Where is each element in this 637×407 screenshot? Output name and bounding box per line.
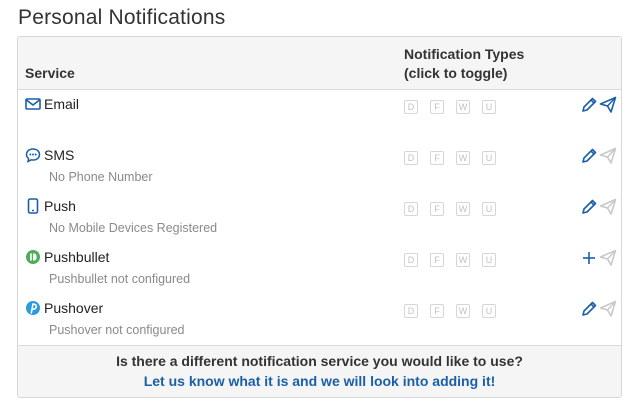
type-toggle-d[interactable]: D bbox=[404, 100, 418, 114]
paper-plane-icon[interactable] bbox=[599, 96, 617, 114]
service-status: Pushover not configured bbox=[49, 323, 185, 337]
type-toggle-d[interactable]: D bbox=[404, 253, 418, 267]
type-toggle-f[interactable]: F bbox=[430, 202, 444, 216]
suggest-service-link[interactable]: Let us know what it is and we will look … bbox=[18, 373, 621, 389]
notification-type-toggles: DFWU bbox=[404, 148, 508, 165]
pencil-icon[interactable] bbox=[580, 147, 598, 165]
type-toggle-f[interactable]: F bbox=[430, 253, 444, 267]
pushbullet-icon bbox=[25, 249, 41, 265]
row-actions bbox=[580, 249, 620, 267]
envelope-icon bbox=[25, 96, 41, 112]
pencil-icon[interactable] bbox=[580, 96, 598, 114]
pencil-icon[interactable] bbox=[580, 300, 598, 318]
row-actions bbox=[580, 96, 620, 114]
table-footer: Is there a different notification servic… bbox=[18, 345, 621, 397]
service-status: No Mobile Devices Registered bbox=[49, 221, 218, 235]
pushover-icon bbox=[25, 300, 41, 316]
service-name: SMS bbox=[44, 147, 75, 163]
pencil-icon[interactable] bbox=[580, 198, 598, 216]
service-row-push: Push No Mobile Devices Registered DFWU bbox=[18, 194, 621, 245]
notification-type-toggles: DFWU bbox=[404, 199, 508, 216]
paper-plane-icon bbox=[599, 300, 617, 318]
service-column-header: Service bbox=[25, 65, 75, 81]
service-row-email: Email DFWU bbox=[18, 92, 621, 143]
type-toggle-u[interactable]: U bbox=[482, 253, 496, 267]
plus-icon[interactable] bbox=[580, 249, 598, 267]
chat-bubble-icon bbox=[25, 147, 41, 163]
type-toggle-f[interactable]: F bbox=[430, 151, 444, 165]
type-toggle-w[interactable]: W bbox=[456, 304, 470, 318]
service-name: Email bbox=[44, 96, 80, 112]
type-toggle-d[interactable]: D bbox=[404, 151, 418, 165]
service-name: Pushbullet bbox=[44, 249, 110, 265]
notification-type-toggles: DFWU bbox=[404, 250, 508, 267]
service-row-pushover: Pushover Pushover not configured DFWU bbox=[18, 296, 621, 347]
type-toggle-f[interactable]: F bbox=[430, 304, 444, 318]
service-name: Pushover bbox=[44, 300, 104, 316]
mobile-phone-icon bbox=[25, 198, 41, 214]
paper-plane-icon bbox=[599, 249, 617, 267]
notifications-panel: Service Notification Types (click to tog… bbox=[17, 36, 622, 398]
table-header: Service Notification Types (click to tog… bbox=[18, 37, 621, 90]
type-toggle-d[interactable]: D bbox=[404, 202, 418, 216]
notification-types-title: Notification Types bbox=[404, 46, 525, 62]
type-toggle-w[interactable]: W bbox=[456, 100, 470, 114]
type-toggle-u[interactable]: U bbox=[482, 151, 496, 165]
type-toggle-u[interactable]: U bbox=[482, 304, 496, 318]
type-toggle-f[interactable]: F bbox=[430, 100, 444, 114]
notification-types-hint: (click to toggle) bbox=[404, 65, 508, 81]
type-toggle-w[interactable]: W bbox=[456, 202, 470, 216]
type-toggle-d[interactable]: D bbox=[404, 304, 418, 318]
notification-type-toggles: DFWU bbox=[404, 301, 508, 318]
row-actions bbox=[580, 147, 620, 165]
paper-plane-icon bbox=[599, 147, 617, 165]
notification-types-column-header: Notification Types (click to toggle) bbox=[404, 45, 524, 83]
paper-plane-icon bbox=[599, 198, 617, 216]
page-title: Personal Notifications bbox=[18, 6, 226, 29]
type-toggle-w[interactable]: W bbox=[456, 151, 470, 165]
row-actions bbox=[580, 300, 620, 318]
service-status: No Phone Number bbox=[49, 170, 153, 184]
service-status: Pushbullet not configured bbox=[49, 272, 191, 286]
service-row-pushbullet: Pushbullet Pushbullet not configured DFW… bbox=[18, 245, 621, 296]
row-actions bbox=[580, 198, 620, 216]
type-toggle-w[interactable]: W bbox=[456, 253, 470, 267]
footer-question: Is there a different notification servic… bbox=[116, 353, 523, 369]
notification-type-toggles: DFWU bbox=[404, 97, 508, 114]
service-name: Push bbox=[44, 198, 76, 214]
service-row-sms: SMS No Phone Number DFWU bbox=[18, 143, 621, 194]
type-toggle-u[interactable]: U bbox=[482, 202, 496, 216]
type-toggle-u[interactable]: U bbox=[482, 100, 496, 114]
